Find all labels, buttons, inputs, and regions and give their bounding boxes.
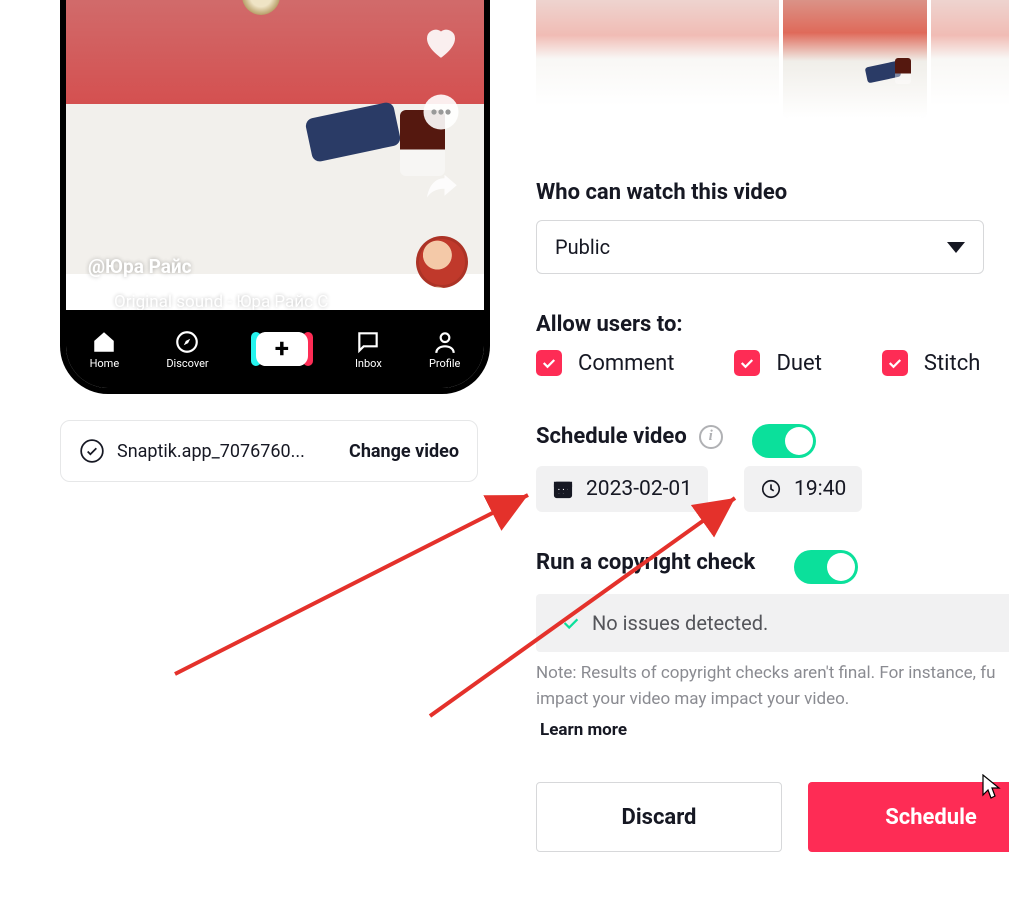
allow-stitch-checkbox[interactable]: Stitch: [882, 350, 980, 376]
nav-home[interactable]: Home: [90, 329, 120, 370]
caption-handle: @Юра Райс: [88, 255, 192, 278]
cover-thumbnails[interactable]: [536, 0, 1009, 130]
schedule-toggle[interactable]: [752, 424, 816, 458]
thumbnail[interactable]: [927, 0, 1009, 106]
chevron-down-icon: [947, 242, 965, 253]
calendar-icon: [552, 478, 574, 500]
mouse-cursor-icon: [982, 774, 1002, 800]
like-icon[interactable]: [420, 21, 462, 63]
privacy-heading: Who can watch this video: [536, 180, 787, 205]
privacy-value: Public: [555, 235, 610, 259]
allow-row: Comment Duet Stitch: [536, 350, 980, 376]
filename: Snaptik.app_7076760...: [117, 441, 337, 462]
action-buttons: Discard Schedule: [536, 782, 1009, 852]
sound-avatar[interactable]: [416, 236, 468, 288]
copyright-toggle[interactable]: [794, 550, 858, 584]
phone-preview: @Юра Райс Original sound - Юра Райс С Ho…: [60, 0, 490, 394]
learn-more-link[interactable]: Learn more: [540, 720, 627, 740]
sound-text: Original sound - Юра Райс С: [114, 292, 328, 312]
schedule-pickers: 2023-02-01 19:40: [536, 466, 862, 512]
upload-page: @Юра Райс Original sound - Юра Райс С Ho…: [0, 0, 1009, 920]
nav-inbox[interactable]: Inbox: [355, 329, 382, 370]
clock-icon: [760, 478, 782, 500]
privacy-select[interactable]: Public: [536, 220, 984, 274]
check-icon: [560, 612, 582, 634]
thumbnail[interactable]: [536, 0, 618, 106]
info-icon[interactable]: i: [699, 425, 723, 449]
allow-comment-checkbox[interactable]: Comment: [536, 350, 674, 376]
comment-icon[interactable]: [420, 91, 462, 133]
time-picker[interactable]: 19:40: [744, 466, 862, 512]
phone-bottom-nav: Home Discover + Inbox Profile: [66, 310, 484, 388]
thumbnail-selected[interactable]: [783, 0, 927, 118]
nav-create[interactable]: +: [256, 332, 308, 366]
date-value: 2023-02-01: [586, 477, 692, 501]
sound-row[interactable]: Original sound - Юра Райс С: [88, 292, 328, 312]
time-value: 19:40: [794, 477, 846, 501]
allow-duet-checkbox[interactable]: Duet: [734, 350, 821, 376]
change-video-button[interactable]: Change video: [349, 441, 459, 462]
thumbnail[interactable]: [618, 0, 700, 106]
nav-discover[interactable]: Discover: [166, 329, 208, 370]
allow-heading: Allow users to:: [536, 312, 683, 337]
checkbox-checked-icon: [882, 350, 908, 376]
checkbox-checked-icon: [536, 350, 562, 376]
checkbox-checked-icon: [734, 350, 760, 376]
share-icon[interactable]: [420, 166, 462, 208]
phone-screen: @Юра Райс Original sound - Юра Райс С Ho…: [66, 0, 484, 388]
copyright-status: No issues detected.: [536, 594, 1009, 652]
schedule-button[interactable]: Schedule: [808, 782, 1009, 852]
discard-button[interactable]: Discard: [536, 782, 782, 852]
nav-profile[interactable]: Profile: [429, 329, 460, 370]
check-circle-icon: [79, 438, 105, 464]
file-row: Snaptik.app_7076760... Change video: [60, 420, 478, 482]
date-picker[interactable]: 2023-02-01: [536, 466, 708, 512]
copyright-note: Note: Results of copyright checks aren't…: [536, 660, 1009, 713]
schedule-heading: Schedule video i: [536, 424, 723, 449]
thumbnail[interactable]: [701, 0, 783, 106]
copyright-heading: Run a copyright check: [536, 550, 755, 575]
